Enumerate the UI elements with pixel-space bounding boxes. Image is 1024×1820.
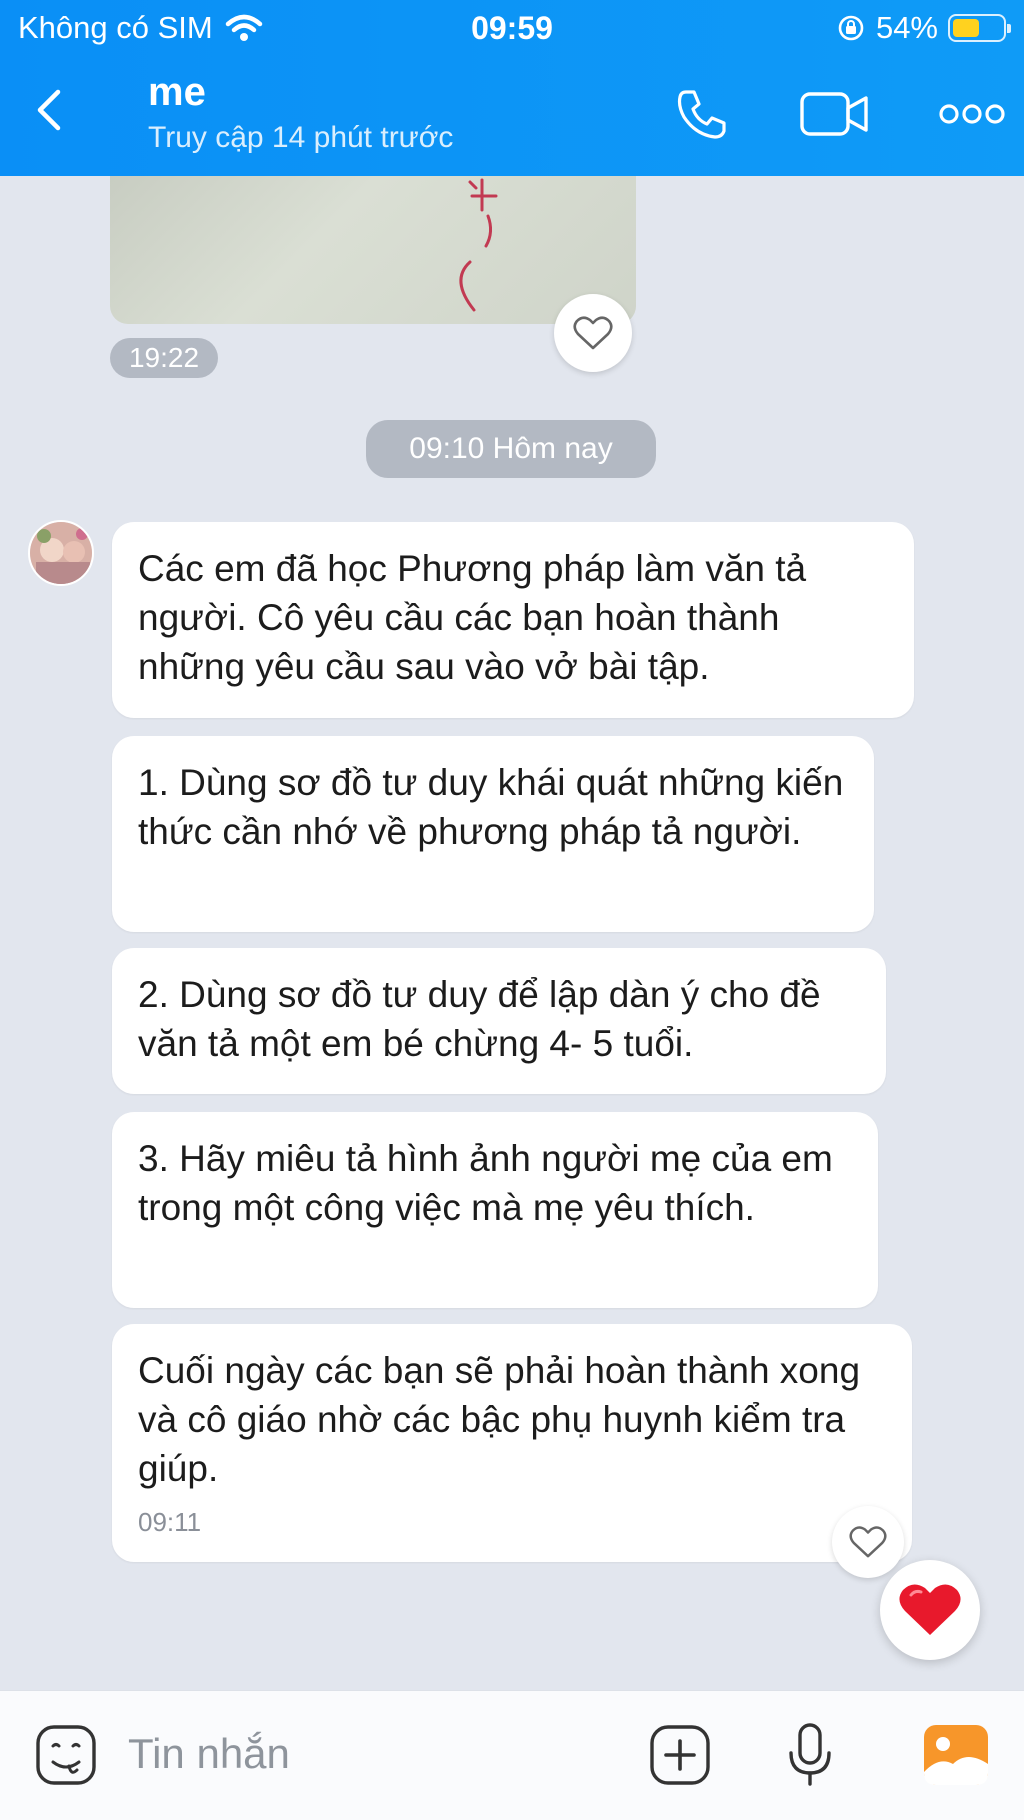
heart-icon xyxy=(899,1584,961,1635)
conversation-title[interactable]: me Truy cập 14 phút trước xyxy=(148,70,453,155)
add-button[interactable] xyxy=(642,1717,718,1793)
sticker-button[interactable] xyxy=(28,1717,104,1793)
gallery-button[interactable] xyxy=(918,1717,994,1793)
battery-percent: 54% xyxy=(875,10,938,45)
message-input[interactable] xyxy=(128,1721,608,1787)
gallery-icon xyxy=(924,1725,988,1785)
call-button[interactable] xyxy=(662,82,742,146)
image-timestamp: 19:22 xyxy=(110,338,218,378)
message-text: Cuối ngày các bạn sẽ phải hoàn thành xon… xyxy=(138,1350,861,1489)
react-button[interactable] xyxy=(832,1506,904,1578)
add-icon xyxy=(650,1725,710,1785)
message-bubble[interactable]: 2. Dùng sơ đồ tư duy để lập dàn ý cho đề… xyxy=(112,948,886,1094)
heart-outline-icon xyxy=(573,316,613,350)
heart-reaction[interactable] xyxy=(880,1560,980,1660)
chat-area[interactable]: 19:22 09:10 Hôm nay Các em đã học Phương… xyxy=(0,176,1024,1690)
photo-content xyxy=(459,178,498,312)
avatar[interactable] xyxy=(28,520,94,586)
message-text: Các em đã học Phương pháp làm văn tả ngư… xyxy=(138,548,807,687)
orientation-lock-icon xyxy=(838,15,864,41)
back-button[interactable] xyxy=(30,82,86,142)
more-button[interactable] xyxy=(930,82,1014,146)
contact-name: me xyxy=(148,70,206,114)
battery-icon xyxy=(948,14,1011,42)
status-right: 54% xyxy=(836,10,1011,46)
heart-outline-icon xyxy=(849,1526,887,1558)
message-bubble[interactable]: 1. Dùng sơ đồ tư duy khái quát những kiế… xyxy=(112,736,874,932)
voice-button[interactable] xyxy=(772,1717,848,1793)
back-icon xyxy=(37,89,61,131)
message-text: 3. Hãy miêu tả hình ảnh người mẹ của em … xyxy=(138,1138,833,1228)
avatar-image xyxy=(30,522,92,584)
date-separator: 09:10 Hôm nay xyxy=(366,420,656,478)
message-input-bar xyxy=(0,1690,1024,1820)
status-bar: Không có SIM 09:59 54% xyxy=(0,0,1024,58)
video-call-button[interactable] xyxy=(792,82,878,146)
react-button[interactable] xyxy=(554,294,632,372)
video-call-icon xyxy=(800,92,868,136)
sticker-icon xyxy=(36,1725,96,1785)
message-bubble[interactable]: Cuối ngày các bạn sẽ phải hoàn thành xon… xyxy=(112,1324,912,1562)
message-text: 1. Dùng sơ đồ tư duy khái quát những kiế… xyxy=(138,762,844,852)
last-seen-status: Truy cập 14 phút trước xyxy=(148,121,454,154)
app-header: Không có SIM 09:59 54% me Truy cập 14 ph… xyxy=(0,0,1024,176)
message-bubble[interactable]: 3. Hãy miêu tả hình ảnh người mẹ của em … xyxy=(112,1112,878,1308)
more-icon xyxy=(939,104,1005,124)
microphone-icon xyxy=(789,1723,831,1786)
phone-icon xyxy=(677,90,726,139)
message-timestamp: 09:11 xyxy=(138,1507,202,1537)
message-text: 2. Dùng sơ đồ tư duy để lập dàn ý cho đề… xyxy=(138,974,821,1064)
image-message[interactable] xyxy=(110,176,636,324)
battery-fill xyxy=(953,19,979,37)
message-bubble[interactable]: Các em đã học Phương pháp làm văn tả ngư… xyxy=(112,522,914,718)
